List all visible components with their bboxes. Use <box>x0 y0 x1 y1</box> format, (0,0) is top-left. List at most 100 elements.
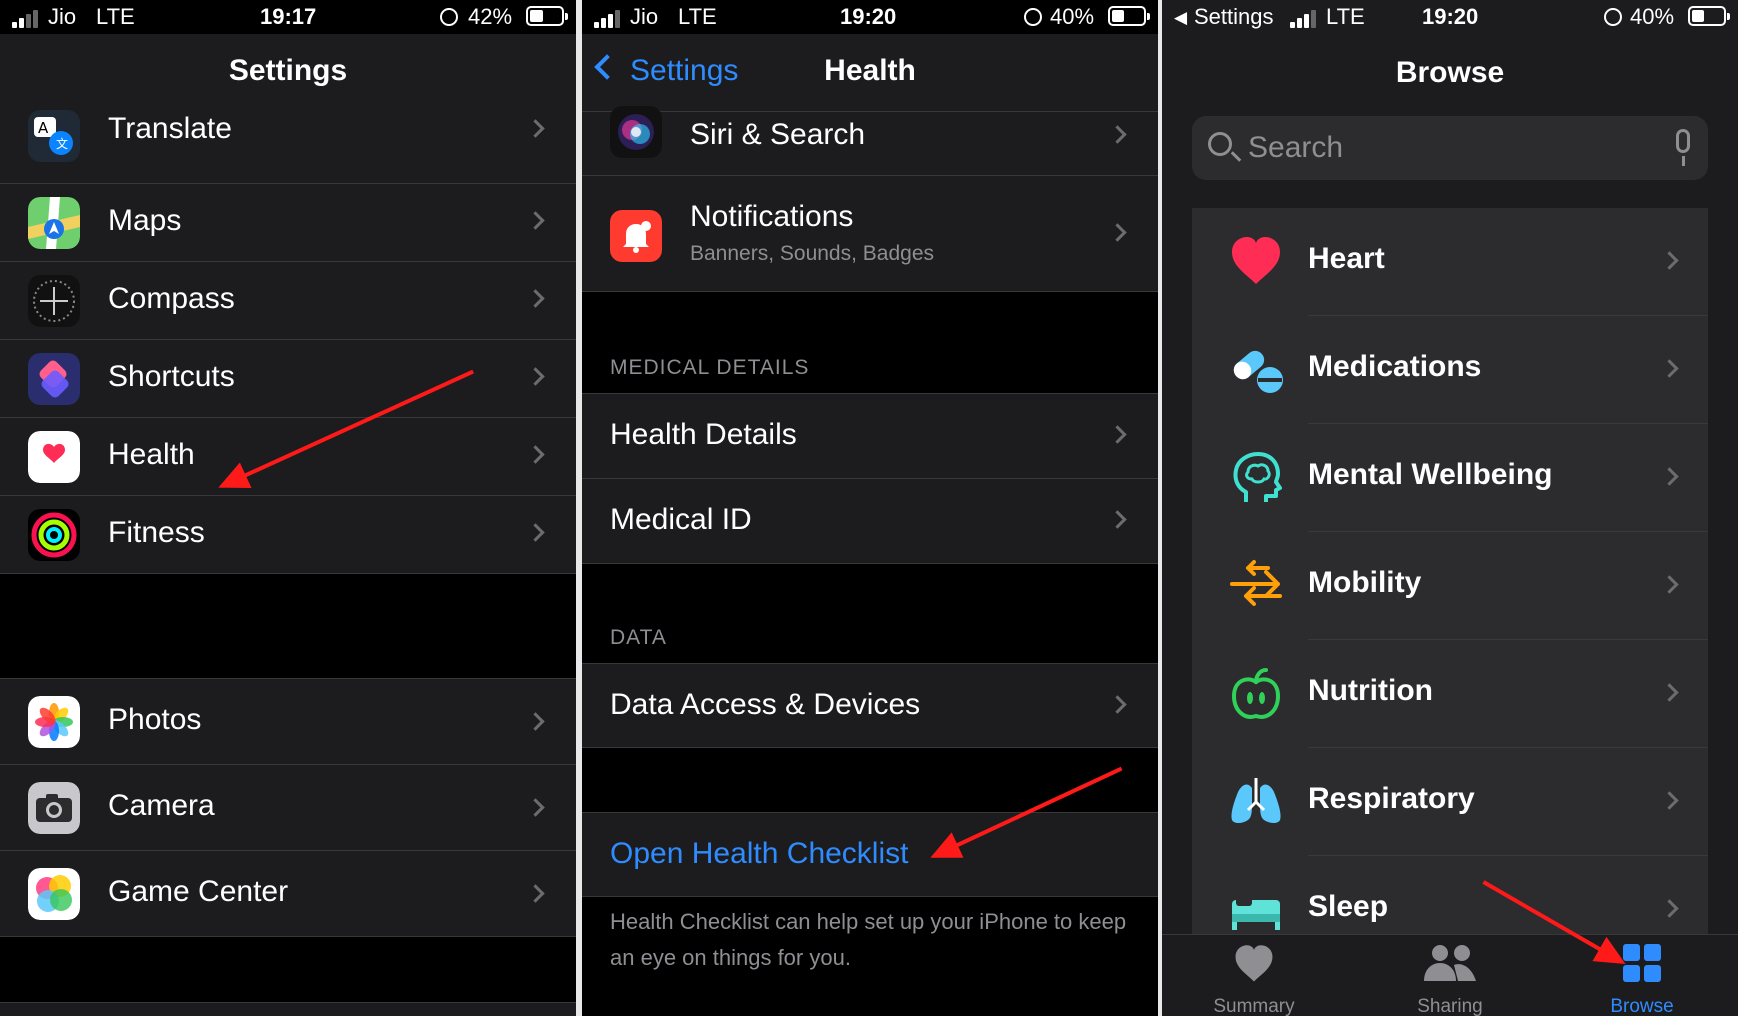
settings-row-camera[interactable]: Camera <box>0 765 576 851</box>
game-center-icon <box>28 868 80 920</box>
chevron-right-icon <box>1108 425 1127 444</box>
chevron-right-icon <box>526 798 545 817</box>
settings-row-game-center[interactable]: Game Center <box>0 851 576 937</box>
row-label: Siri & Search <box>690 118 866 151</box>
page-title: Browse <box>1395 56 1505 89</box>
category-mobility[interactable]: Mobility <box>1192 532 1708 640</box>
open-health-checklist-row[interactable]: Open Health Checklist <box>582 813 1158 897</box>
health-details-row[interactable]: Health Details <box>582 394 1158 479</box>
row-label: Fitness <box>108 516 205 549</box>
clock: 19:20 <box>1422 4 1479 29</box>
category-label: Medications <box>1308 350 1482 383</box>
tab-label: Summary <box>1213 996 1295 1016</box>
chevron-right-icon <box>1660 791 1679 810</box>
category-list: Heart Medications Mental Wellbeing Mobil… <box>1192 208 1708 934</box>
battery-icon <box>526 6 568 26</box>
medical-details-group: Health Details Medical ID <box>582 393 1158 564</box>
settings-row-maps[interactable]: Maps <box>0 184 576 262</box>
rotation-lock-icon <box>440 8 458 26</box>
status-bar: ◀ Settings LTE 19:20 40% <box>1162 0 1738 34</box>
chevron-right-icon <box>1660 683 1679 702</box>
chevron-right-icon <box>1108 510 1127 529</box>
category-respiratory[interactable]: Respiratory <box>1192 748 1708 856</box>
row-label: Compass <box>108 282 235 315</box>
chevron-right-icon <box>1108 223 1127 242</box>
search-placeholder: Search <box>1248 131 1344 164</box>
health-settings-group: Siri & Search Notifications Banners, Sou… <box>582 106 1158 292</box>
notifications-row[interactable]: Notifications Banners, Sounds, Badges <box>582 176 1158 292</box>
data-access-row[interactable]: Data Access & Devices <box>582 664 1158 748</box>
settings-row-translate[interactable]: A文 Translate <box>0 102 576 184</box>
settings-group-apps: A文 Translate Maps Compass Shortcuts Heal… <box>0 102 576 574</box>
bed-icon <box>1232 896 1280 930</box>
battery-percent: 40% <box>1630 4 1675 29</box>
row-label: Shortcuts <box>108 360 235 393</box>
nav-bar: Settings Health <box>582 34 1158 112</box>
tab-summary[interactable]: Summary <box>1189 943 1319 1016</box>
chevron-right-icon <box>526 211 545 230</box>
medical-id-row[interactable]: Medical ID <box>582 479 1158 564</box>
row-label: Medical ID <box>610 503 752 536</box>
settings-row-shortcuts[interactable]: Shortcuts <box>0 340 576 418</box>
tab-label: Sharing <box>1417 996 1483 1016</box>
siri-icon <box>610 106 662 158</box>
network-type: LTE <box>1326 4 1365 29</box>
row-label: Data Access & Devices <box>610 688 921 721</box>
category-heart[interactable]: Heart <box>1192 208 1708 316</box>
health-app-icon <box>28 431 80 483</box>
battery-percent: 42% <box>468 4 513 29</box>
row-label: Maps <box>108 204 182 237</box>
row-label: Translate <box>108 112 232 145</box>
row-label: Photos <box>108 703 202 736</box>
settings-row-fitness[interactable]: Fitness <box>0 496 576 574</box>
status-bar: Jio LTE 19:20 40% <box>582 0 1158 34</box>
camera-icon <box>28 782 80 834</box>
settings-row-photos[interactable]: Photos <box>0 679 576 765</box>
category-mental-wellbeing[interactable]: Mental Wellbeing <box>1192 424 1708 532</box>
network-type: LTE <box>96 4 135 29</box>
photos-icon <box>28 696 80 748</box>
chevron-right-icon <box>526 289 545 308</box>
health-settings-screen: Jio LTE 19:20 40% Settings Health Siri &… <box>582 0 1158 1016</box>
search-field[interactable]: Search <box>1192 116 1708 180</box>
row-subtitle: Banners, Sounds, Badges <box>690 242 935 265</box>
health-browse-screen: ◀ Settings LTE 19:20 40% Browse Search H… <box>1162 0 1738 1016</box>
svg-text:A: A <box>38 119 49 137</box>
category-label: Mental Wellbeing <box>1308 458 1553 491</box>
notifications-bell-icon <box>610 210 662 262</box>
settings-group-media: Photos Camera Game Center <box>0 678 576 937</box>
settings-screen: Jio LTE 19:17 42% Settings A文 Translate … <box>0 0 576 1016</box>
category-nutrition[interactable]: Nutrition <box>1192 640 1708 748</box>
data-group: Data Access & Devices <box>582 663 1158 748</box>
category-label: Sleep <box>1308 890 1389 923</box>
row-label: Game Center <box>108 875 289 908</box>
checklist-group: Open Health Checklist <box>582 812 1158 897</box>
page-title: Settings <box>228 54 348 87</box>
compass-icon <box>28 275 80 327</box>
chevron-right-icon <box>1660 467 1679 486</box>
row-label: Notifications <box>690 200 854 233</box>
search-icon <box>1208 132 1232 156</box>
people-icon <box>1424 945 1476 981</box>
open-health-checklist-link[interactable]: Open Health Checklist <box>610 837 908 871</box>
fitness-icon <box>28 509 80 561</box>
back-triangle-icon: ◀ <box>1174 8 1188 27</box>
category-medications[interactable]: Medications <box>1192 316 1708 424</box>
tab-sharing[interactable]: Sharing <box>1385 943 1515 1016</box>
microphone-icon[interactable] <box>1676 129 1690 166</box>
nav-bar: Settings <box>0 34 576 112</box>
tab-label: Browse <box>1610 996 1674 1016</box>
pills-icon <box>1233 350 1283 393</box>
category-sleep[interactable]: Sleep <box>1192 856 1708 934</box>
back-to-app[interactable]: Settings <box>1194 4 1274 30</box>
section-header-medical: MEDICAL DETAILS <box>610 356 810 379</box>
settings-row-compass[interactable]: Compass <box>0 262 576 340</box>
clock: 19:20 <box>840 4 897 29</box>
brain-head-icon <box>1233 452 1282 502</box>
siri-search-row[interactable]: Siri & Search <box>582 106 1158 176</box>
battery-percent: 40% <box>1050 4 1095 29</box>
svg-text:文: 文 <box>56 136 68 151</box>
chevron-right-icon <box>1660 359 1679 378</box>
row-label: Health Details <box>610 418 797 451</box>
heart-icon <box>1232 237 1280 284</box>
